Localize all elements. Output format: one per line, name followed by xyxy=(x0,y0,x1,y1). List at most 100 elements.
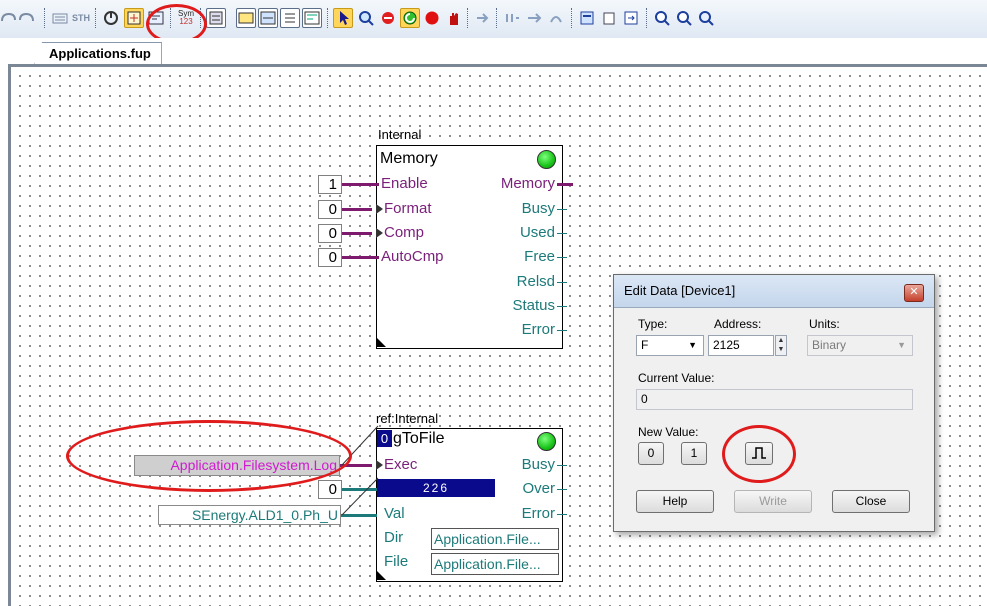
busy-output-wire xyxy=(557,209,567,210)
dir-value-field[interactable]: Application.File... xyxy=(431,528,559,550)
dir-pin-label: Dir xyxy=(384,529,404,546)
units-label: Units: xyxy=(809,317,840,331)
sth-icon[interactable]: STH xyxy=(71,8,91,28)
stop-icon[interactable] xyxy=(378,8,398,28)
pointer-icon[interactable] xyxy=(333,8,353,28)
format-value-box[interactable]: 0 xyxy=(318,200,342,219)
memory-status-led xyxy=(537,150,556,169)
log-busy-output-wire xyxy=(557,465,567,466)
file-value-field[interactable]: Application.File... xyxy=(431,553,559,575)
error-output-label: Error xyxy=(521,321,555,338)
exec-source-field[interactable]: Application.Filesystem.Log xyxy=(134,455,340,476)
online-icon[interactable] xyxy=(101,8,121,28)
function-list-icon[interactable] xyxy=(302,8,322,28)
type-select-value: F xyxy=(641,338,649,352)
chevron-down-icon: ▼ xyxy=(897,340,906,350)
zoom-out-icon[interactable] xyxy=(674,8,694,28)
address-input[interactable]: 2125 xyxy=(708,335,774,356)
pulse-button[interactable] xyxy=(745,442,773,465)
comp-wire xyxy=(342,232,372,235)
memory-output-wire xyxy=(557,183,573,186)
step-over-icon[interactable] xyxy=(524,8,544,28)
toolbar-separator xyxy=(571,8,573,28)
current-value-label: Current Value: xyxy=(638,371,715,385)
step-out-icon[interactable] xyxy=(546,8,566,28)
set-one-button[interactable]: 1 xyxy=(681,442,707,465)
write-button[interactable]: Write xyxy=(734,490,812,513)
error-output-wire xyxy=(557,330,567,331)
export-page-icon[interactable] xyxy=(621,8,641,28)
page-icon[interactable] xyxy=(577,8,597,28)
redo-icon[interactable] xyxy=(17,8,37,28)
halt-hand-icon[interactable] xyxy=(444,8,464,28)
step-icon[interactable] xyxy=(473,8,493,28)
enable-pin-label: Enable xyxy=(381,175,428,192)
toolbar-separator xyxy=(44,8,46,28)
watch-window-icon[interactable] xyxy=(124,8,144,28)
status-output-wire xyxy=(557,306,567,307)
type-label: Type: xyxy=(638,317,668,331)
close-button[interactable]: Close xyxy=(832,490,910,513)
symbol-values-icon[interactable]: Sym 123 xyxy=(176,8,196,28)
toolbar-separator xyxy=(95,8,97,28)
zoom-fit-icon[interactable] xyxy=(696,8,716,28)
status-output-label: Status xyxy=(512,297,555,314)
val-source-field[interactable]: SEnergy.ALD1_0.Ph_U xyxy=(158,505,341,525)
free-output-wire xyxy=(557,257,567,258)
comp-pin-label: Comp xyxy=(384,224,425,241)
undo-icon[interactable] xyxy=(0,8,18,28)
run-icon[interactable] xyxy=(400,8,420,28)
memory-output-label: Memory xyxy=(500,175,555,192)
file-pin-label: File xyxy=(384,553,409,570)
toolbar: STH Sym 123 xyxy=(0,0,987,39)
link-lines xyxy=(341,425,379,516)
step-into-icon[interactable] xyxy=(502,8,522,28)
chevron-down-icon: ▼ xyxy=(688,340,697,350)
tab-applications-fup[interactable]: Applications.fup xyxy=(34,42,162,65)
units-select-value: Binary xyxy=(812,338,847,352)
address-spinner[interactable]: ▲ ▼ xyxy=(775,335,787,356)
zoom-in-icon[interactable] xyxy=(652,8,672,28)
used-output-wire xyxy=(557,233,567,234)
symbol-editor-icon[interactable] xyxy=(236,8,256,28)
units-select: Binary ▼ xyxy=(807,335,913,356)
zoom-probe-icon[interactable] xyxy=(356,8,376,28)
keyboard-icon[interactable] xyxy=(50,8,70,28)
properties-icon[interactable] xyxy=(206,8,226,28)
new-page-icon[interactable] xyxy=(599,8,619,28)
dialog-close-icon[interactable]: ✕ xyxy=(904,284,924,302)
autocmp-pin-label: AutoCmp xyxy=(381,248,444,265)
address-label: Address: xyxy=(714,317,762,331)
fbox-list-icon[interactable] xyxy=(258,8,278,28)
breakpoint-icon[interactable] xyxy=(422,8,442,28)
edit-data-dialog[interactable]: Edit Data [Device1] ✕ Type: Address: Uni… xyxy=(613,274,935,532)
over-output-wire xyxy=(557,489,567,490)
log-title: gToFile xyxy=(393,430,445,447)
help-button[interactable]: Help xyxy=(636,490,714,513)
free-output-label: Free xyxy=(524,248,555,265)
toolbar-separator xyxy=(327,8,329,28)
type-select[interactable]: F ▼ xyxy=(636,335,704,356)
relsd-output-label: Relsd xyxy=(516,273,555,290)
enable-value-box[interactable]: 1 xyxy=(318,175,342,194)
format-wire xyxy=(342,208,372,211)
comp-value-box[interactable]: 0 xyxy=(318,224,342,243)
set-zero-button[interactable]: 0 xyxy=(638,442,664,465)
sth-label: STH xyxy=(72,13,90,23)
log-status-led xyxy=(537,432,556,451)
memory-title: Memory xyxy=(380,150,438,167)
memory-resize-corner[interactable] xyxy=(377,338,386,347)
relsd-output-wire xyxy=(557,282,567,283)
format-pin-label: Format xyxy=(384,200,432,217)
number-value-box[interactable]: 0 xyxy=(318,480,342,499)
list-icon[interactable] xyxy=(280,8,300,28)
toolbar-separator xyxy=(170,8,172,28)
comp-edge-marker xyxy=(376,228,383,238)
view-data-icon[interactable] xyxy=(146,8,166,28)
autocmp-value-box[interactable]: 0 xyxy=(318,248,342,267)
log-error-output-wire xyxy=(557,514,567,515)
log-resize-corner[interactable] xyxy=(377,571,386,580)
enable-wire xyxy=(342,183,379,186)
busy-output-label: Busy xyxy=(521,200,555,217)
log-error-output-label: Error xyxy=(521,505,555,522)
